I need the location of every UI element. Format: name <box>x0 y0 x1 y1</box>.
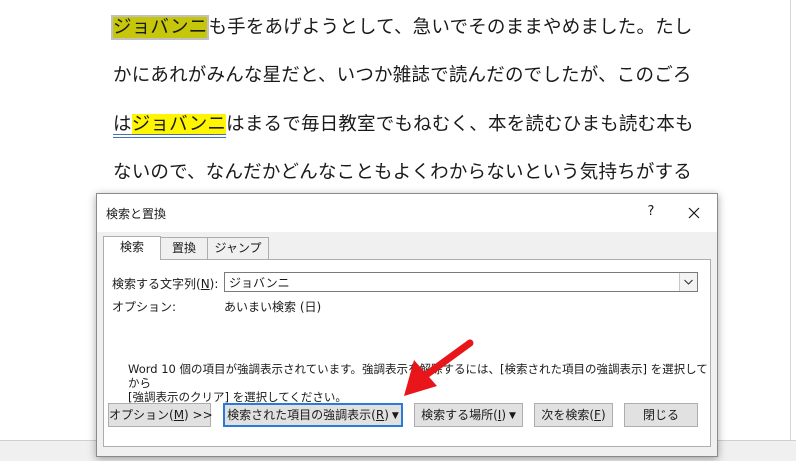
more-options-accesskey: M <box>173 408 185 422</box>
find-in-label: 検索する場所( <box>421 408 498 422</box>
doc-line-3: はジョバンニはまるで毎日教室でもねむく、本を読むひまも読む本も <box>113 110 694 140</box>
highlight-info-line-1: Word 10 個の項目が強調表示されています。強調表示を解除するには、[検索さ… <box>128 362 708 390</box>
find-in-button[interactable]: 検索する場所(I) ▼ <box>414 403 523 427</box>
find-what-label-suffix: ): <box>209 277 219 291</box>
find-next-suffix: ) <box>600 408 606 422</box>
close-icon <box>688 207 700 219</box>
tab-replace[interactable]: 置換 <box>159 237 209 259</box>
help-button[interactable]: ? <box>641 202 661 222</box>
doc-line-3-text: はまるで毎日教室でもねむく、本を読むひまも読む本も <box>226 114 694 135</box>
reading-highlight-accesskey: R <box>375 408 385 422</box>
dropdown-arrow-icon: ▼ <box>391 411 399 421</box>
doc-line-3-prefix: は <box>113 114 132 135</box>
highlight-info-message: Word 10 個の項目が強調表示されています。強調表示を解除するには、[検索さ… <box>128 362 708 404</box>
reading-highlight-label: 検索された項目の強調表示( <box>227 408 376 422</box>
highlight-info-line-2: [強調表示のクリア] を選択してください。 <box>128 390 347 404</box>
doc-line-1-text: も手をあげようとして、急いでそのままやめました。たし <box>208 17 693 38</box>
find-what-accesskey: N <box>200 277 210 291</box>
find-what-combobox[interactable] <box>224 272 698 292</box>
find-history-dropdown[interactable] <box>679 273 697 291</box>
more-options-button[interactable]: オプション(M) >> <box>108 403 213 427</box>
find-in-suffix: ) <box>501 408 506 422</box>
more-options-label: オプション( <box>109 408 174 422</box>
reading-highlight-suffix: ) <box>384 408 389 422</box>
find-what-label-text: 検索する文字列( <box>112 277 201 291</box>
find-next-accesskey: F <box>594 408 601 422</box>
find-next-button[interactable]: 次を検索(F) <box>534 403 613 427</box>
current-match-highlight: ジョバンニ <box>110 15 210 40</box>
more-options-suffix: ) >> <box>184 408 213 422</box>
find-what-label: 検索する文字列(N): <box>112 275 218 292</box>
page-edge <box>790 0 791 440</box>
screen: ジョバンニも手をあげようとして、急いでそのままやめました。たし かにあれがみんな… <box>0 0 796 461</box>
chevron-down-icon <box>684 279 693 285</box>
close-dialog-button[interactable]: 閉じる <box>624 403 698 427</box>
doc-line-4: ないので、なんだかどんなこともよくわからないという気持ちがする <box>113 162 692 183</box>
reading-highlight-button[interactable]: 検索された項目の強調表示(R) ▼ <box>223 403 403 427</box>
find-replace-dialog: 検索と置換 ? 検索 置換 ジャンプ 検索する文字列(N): ジョバンニ オプシ… <box>96 193 718 457</box>
tab-find[interactable]: 検索 <box>103 236 161 260</box>
find-next-label: 次を検索( <box>541 408 595 422</box>
dropdown-arrow-icon: ▼ <box>509 411 516 421</box>
dialog-titlebar[interactable]: 検索と置換 ? <box>97 194 717 232</box>
doc-line-1: ジョバンニも手をあげようとして、急いでそのままやめました。たし <box>110 13 693 43</box>
dialog-title: 検索と置換 <box>106 207 167 221</box>
find-tab-panel: 検索する文字列(N): オプション: あいまい検索 (日) Word 10 個の… <box>103 259 711 447</box>
options-value: あいまい検索 (日) <box>224 300 322 314</box>
find-what-input[interactable] <box>229 274 669 290</box>
tab-goto[interactable]: ジャンプ <box>207 237 269 259</box>
doc-line-2: かにあれがみんな星だと、いつか雑誌で読んだのでしたが、このごろ <box>113 65 692 86</box>
options-label: オプション: <box>112 300 177 314</box>
match-highlight: ジョバンニ <box>131 114 227 135</box>
close-button[interactable] <box>683 202 705 224</box>
